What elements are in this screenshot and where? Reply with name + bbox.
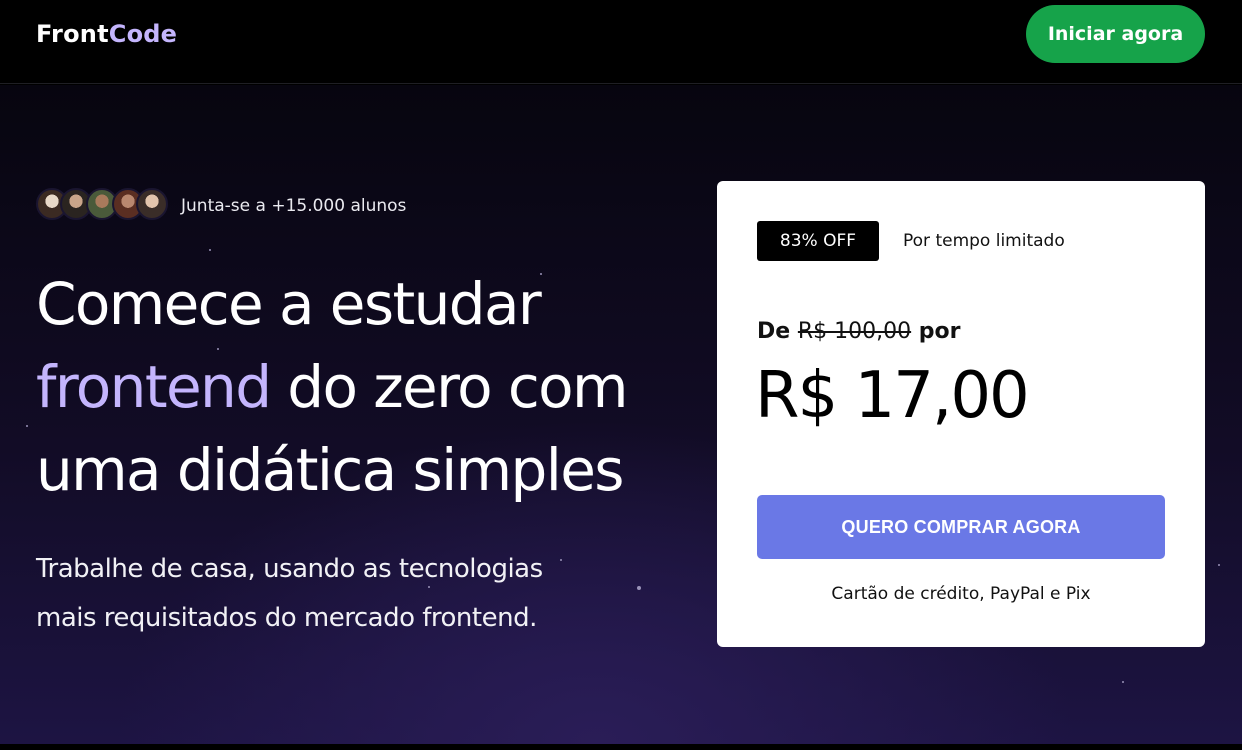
limited-time-text: Por tempo limitado (903, 231, 1065, 251)
subtext-line1: Trabalhe de casa, usando as tecnologias (36, 554, 543, 584)
discount-badge: 83% OFF (757, 221, 879, 261)
hero-headline: Comece a estudar frontend do zero com um… (36, 263, 676, 512)
original-price-line: De R$ 100,00 por (757, 319, 961, 344)
current-price: R$ 17,00 (755, 359, 1030, 433)
payment-methods-text: Cartão de crédito, PayPal e Pix (831, 584, 1091, 604)
star-decoration (1122, 681, 1124, 683)
logo-front: Front (36, 20, 109, 48)
headline-line1: Comece a estudar (36, 270, 542, 338)
subtext-line2: mais requisitados do mercado frontend. (36, 603, 537, 633)
page-bottom-edge (0, 744, 1242, 750)
students-count-text: Junta-se a +15.000 alunos (181, 196, 407, 216)
price-suffix: por (918, 319, 961, 344)
headline-line2: do zero com (270, 353, 628, 421)
price-prefix: De (757, 319, 791, 344)
start-now-button[interactable]: Iniciar agora (1026, 5, 1205, 63)
offer-card: 83% OFF Por tempo limitado De R$ 100,00 … (717, 181, 1205, 647)
star-decoration (637, 586, 641, 590)
headline-highlight: frontend (36, 353, 272, 421)
brand-logo[interactable]: FrontCode (36, 20, 177, 48)
avatar (136, 188, 168, 220)
star-decoration (1218, 564, 1220, 566)
old-price: R$ 100,00 (797, 319, 912, 344)
top-navbar: FrontCode Iniciar agora (0, 0, 1242, 84)
hero-subtext: Trabalhe de casa, usando as tecnologias … (36, 545, 596, 643)
star-decoration (26, 425, 28, 427)
buy-now-button[interactable]: QUERO COMPRAR AGORA (757, 495, 1165, 559)
headline-line3: uma didática simples (36, 436, 625, 504)
logo-code: Code (108, 20, 178, 48)
hero-section: Junta-se a +15.000 alunos Comece a estud… (0, 85, 1242, 745)
star-decoration (209, 249, 211, 251)
